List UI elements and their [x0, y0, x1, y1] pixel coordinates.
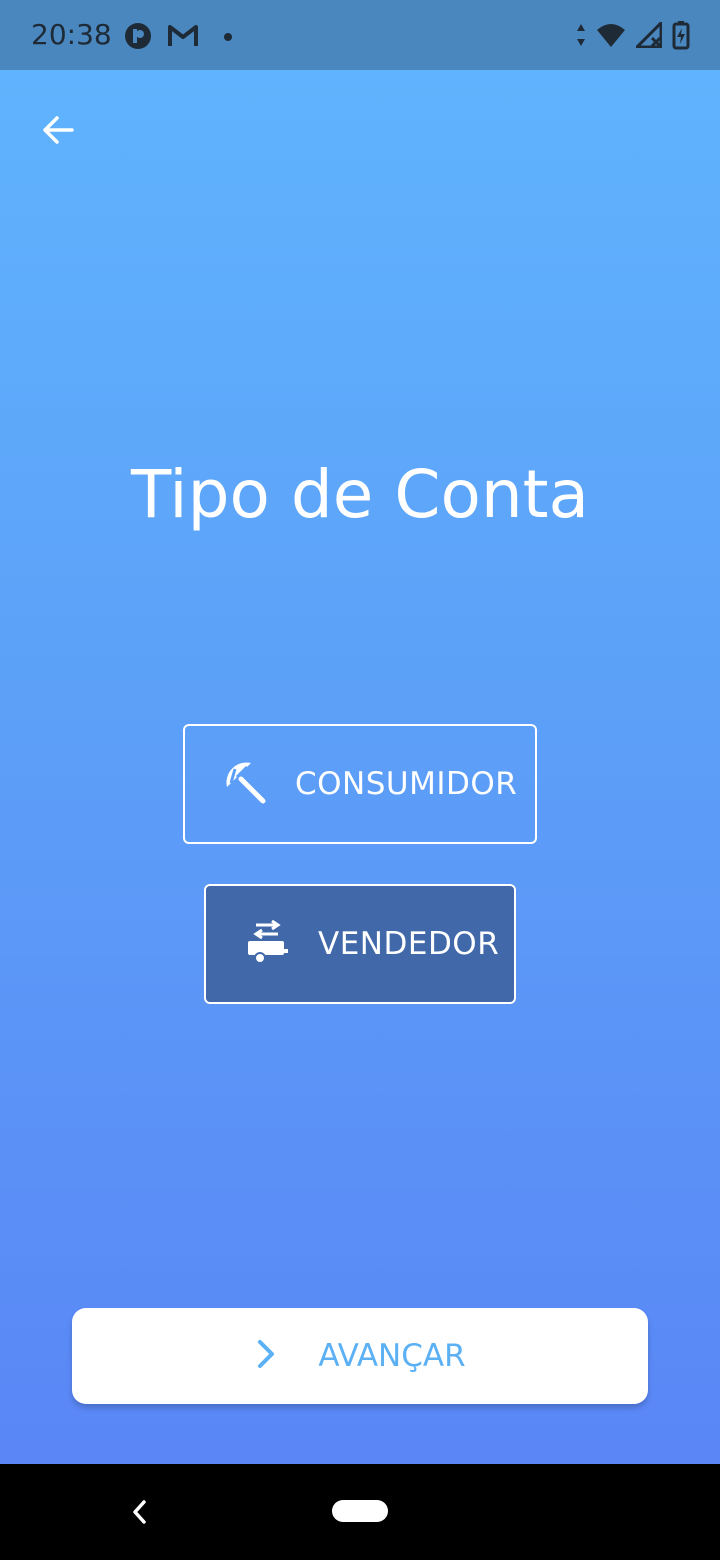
page-title: Tipo de Conta: [131, 456, 589, 533]
beach-umbrella-icon: [221, 759, 267, 810]
status-time: 20:38: [31, 18, 112, 51]
next-button[interactable]: AVANÇAR: [72, 1308, 648, 1404]
chevron-right-icon: [254, 1338, 278, 1375]
nav-back-icon[interactable]: [126, 1498, 154, 1526]
food-truck-icon: [244, 919, 290, 970]
status-bar: 20:38: [0, 0, 720, 70]
signal-icon: [633, 19, 663, 53]
status-notification-icons: [124, 22, 242, 55]
wifi-icon: [596, 22, 626, 53]
battery-icon: [672, 20, 690, 55]
consumer-option-button[interactable]: CONSUMIDOR: [183, 724, 537, 844]
gmail-icon: [168, 24, 198, 53]
status-system-icons: [576, 19, 690, 55]
data-arrows-icon: [576, 22, 586, 53]
seller-option-label: VENDEDOR: [318, 926, 500, 962]
arrow-left-icon: [43, 116, 74, 144]
seller-option-button[interactable]: VENDEDOR: [204, 884, 516, 1004]
system-navigation-bar: [0, 1464, 720, 1560]
dot-icon: [214, 24, 242, 53]
consumer-option-label: CONSUMIDOR: [295, 766, 518, 802]
notification-app-icon: [124, 22, 152, 55]
back-button[interactable]: [36, 108, 80, 152]
app-screen: 20:38 Tipo de Conta CONSUMIDOR VENDEDOR …: [0, 0, 720, 1464]
nav-home-pill[interactable]: [332, 1500, 388, 1522]
next-button-label: AVANÇAR: [318, 1338, 466, 1374]
